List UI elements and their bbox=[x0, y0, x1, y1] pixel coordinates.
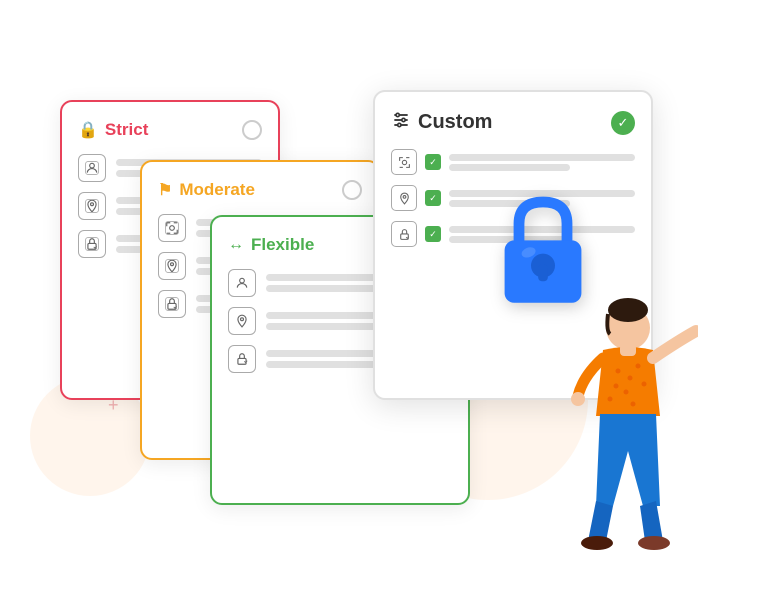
moderate-radio[interactable] bbox=[342, 180, 362, 200]
line bbox=[266, 361, 387, 368]
custom-check-badge: ✓ bbox=[611, 111, 635, 135]
lock-edit-icon-cust bbox=[391, 221, 417, 247]
person-icon-flex-1 bbox=[228, 269, 256, 297]
person-icon-cust-1 bbox=[391, 149, 417, 175]
person-icon-mod-1 bbox=[158, 214, 186, 242]
location-icon-strict bbox=[78, 192, 106, 220]
line bbox=[449, 154, 635, 161]
strict-radio[interactable] bbox=[242, 120, 262, 140]
lock-icon: 🔒 bbox=[78, 120, 98, 140]
custom-checkbox-2[interactable]: ✓ bbox=[425, 190, 441, 206]
line bbox=[266, 323, 387, 330]
location-icon-flex bbox=[228, 307, 256, 335]
strict-label: Strict bbox=[105, 120, 148, 140]
person-figure bbox=[538, 296, 698, 556]
card-custom-title: Custom bbox=[391, 110, 492, 135]
arrows-icon: ↔ bbox=[228, 236, 244, 254]
custom-checkbox-1[interactable]: ✓ bbox=[425, 154, 441, 170]
padlock-icon bbox=[493, 190, 593, 315]
line bbox=[449, 164, 570, 171]
lock-edit-icon-strict bbox=[78, 230, 106, 258]
card-custom-header: Custom ✓ bbox=[391, 110, 635, 135]
flexible-label: Flexible bbox=[251, 235, 314, 255]
card-strict-title: 🔒 Strict bbox=[78, 120, 148, 140]
custom-label: Custom bbox=[418, 111, 492, 134]
lock-edit-icon-flex bbox=[228, 345, 256, 373]
moderate-label: Moderate bbox=[179, 180, 255, 200]
card-moderate-title: ⚑ Moderate bbox=[158, 180, 255, 200]
tune-icon bbox=[391, 110, 411, 135]
custom-checkbox-3[interactable]: ✓ bbox=[425, 226, 441, 242]
flag-icon: ⚑ bbox=[158, 180, 172, 200]
custom-row-1: ✓ bbox=[391, 149, 635, 175]
location-icon-mod bbox=[158, 252, 186, 280]
card-flexible-title: ↔ Flexible bbox=[228, 235, 314, 255]
line bbox=[266, 285, 387, 292]
custom-row-1-lines bbox=[449, 154, 635, 171]
scene: + + 🔒 Strict bbox=[0, 0, 768, 596]
card-strict-header: 🔒 Strict bbox=[78, 120, 262, 140]
card-moderate-header: ⚑ Moderate bbox=[158, 180, 362, 200]
lock-edit-icon-mod bbox=[158, 290, 186, 318]
person-icon-strict-1 bbox=[78, 154, 106, 182]
location-icon-cust bbox=[391, 185, 417, 211]
